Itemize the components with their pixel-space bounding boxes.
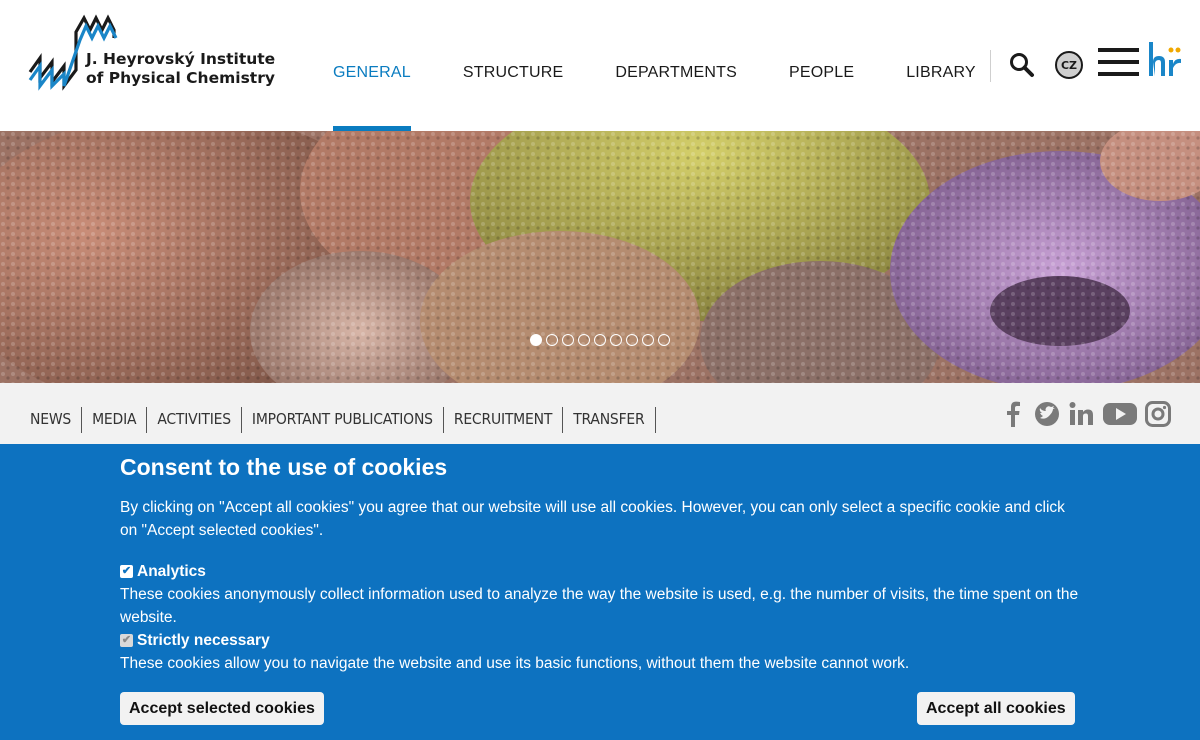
- youtube-icon[interactable]: [1102, 401, 1138, 427]
- cookie-title: Consent to the use of cookies: [120, 454, 448, 480]
- logo-line-2: of Physical Chemistry: [86, 69, 275, 87]
- facebook-icon[interactable]: [1003, 401, 1023, 427]
- strictly-necessary-checkbox: ✔: [120, 634, 133, 647]
- strictly-necessary-description: These cookies allow you to navigate the …: [120, 655, 910, 672]
- subnav-item-media[interactable]: MEDIA: [82, 407, 148, 433]
- logo-line-1: J. Heyrovský Institute: [86, 50, 276, 68]
- linkedin-icon[interactable]: [1068, 401, 1094, 427]
- institute-logo[interactable]: J. Heyrovský Institute of Physical Chemi…: [28, 14, 275, 92]
- site-header: J. Heyrovský Institute of Physical Chemi…: [0, 0, 1200, 131]
- nav-item-structure[interactable]: STRUCTURE: [437, 0, 589, 131]
- logo-text: J. Heyrovský Institute of Physical Chemi…: [86, 50, 275, 88]
- cookie-description: By clicking on "Accept all cookies" you …: [120, 499, 1065, 539]
- hamburger-menu-icon[interactable]: [1098, 48, 1139, 78]
- nav-item-departments[interactable]: DEPARTMENTS: [589, 0, 763, 131]
- nav-divider: [990, 50, 991, 82]
- nav-item-library[interactable]: LIBRARY: [880, 0, 1002, 131]
- cookie-option-strictly-necessary: ✔ Strictly necessary These cookies allow…: [120, 629, 1080, 675]
- language-switch-button[interactable]: CZ: [1055, 51, 1083, 79]
- subnav-item-transfer[interactable]: TRANSFER: [563, 407, 656, 433]
- main-nav: GENERAL STRUCTURE DEPARTMENTS PEOPLE LIBRARY: [307, 0, 1002, 131]
- nav-item-people[interactable]: PEOPLE: [763, 0, 880, 131]
- slider-dots: [530, 334, 670, 346]
- hero-slider[interactable]: [0, 131, 1200, 383]
- accept-selected-cookies-button[interactable]: Accept selected cookies: [120, 692, 324, 725]
- slider-dot-8[interactable]: [642, 334, 654, 346]
- subnav-item-news[interactable]: NEWS: [20, 407, 83, 433]
- search-icon[interactable]: [1008, 51, 1036, 79]
- nav-item-general[interactable]: GENERAL: [307, 0, 437, 131]
- slider-dot-7[interactable]: [626, 334, 638, 346]
- slider-dot-4[interactable]: [578, 334, 590, 346]
- slider-dot-3[interactable]: [562, 334, 574, 346]
- subnav-item-important-publications[interactable]: IMPORTANT PUBLICATIONS: [242, 407, 444, 433]
- analytics-description: These cookies anonymously collect inform…: [120, 586, 1079, 626]
- slider-dot-5[interactable]: [594, 334, 606, 346]
- cookie-option-analytics: ✔ Analytics These cookies anonymously co…: [120, 560, 1080, 629]
- accept-all-cookies-button[interactable]: Accept all cookies: [917, 692, 1075, 725]
- hr-award-logo[interactable]: [1147, 40, 1183, 80]
- secondary-nav: NEWS MEDIA ACTIVITIES IMPORTANT PUBLICATION…: [0, 383, 1200, 444]
- analytics-label: Analytics: [137, 563, 206, 580]
- slider-dot-2[interactable]: [546, 334, 558, 346]
- analytics-checkbox[interactable]: ✔: [120, 565, 133, 578]
- subnav-item-activities[interactable]: ACTIVITIES: [147, 407, 242, 433]
- slider-dot-9[interactable]: [658, 334, 670, 346]
- cookie-consent-banner: Consent to the use of cookies By clickin…: [0, 444, 1200, 740]
- slider-dot-6[interactable]: [610, 334, 622, 346]
- secondary-nav-list: NEWS MEDIA ACTIVITIES IMPORTANT PUBLICATION…: [20, 407, 656, 433]
- strictly-necessary-label: Strictly necessary: [137, 632, 270, 649]
- twitter-icon[interactable]: [1034, 401, 1060, 427]
- instagram-icon[interactable]: [1145, 401, 1171, 427]
- subnav-item-recruitment[interactable]: RECRUITMENT: [444, 407, 564, 433]
- slider-dot-1[interactable]: [530, 334, 542, 346]
